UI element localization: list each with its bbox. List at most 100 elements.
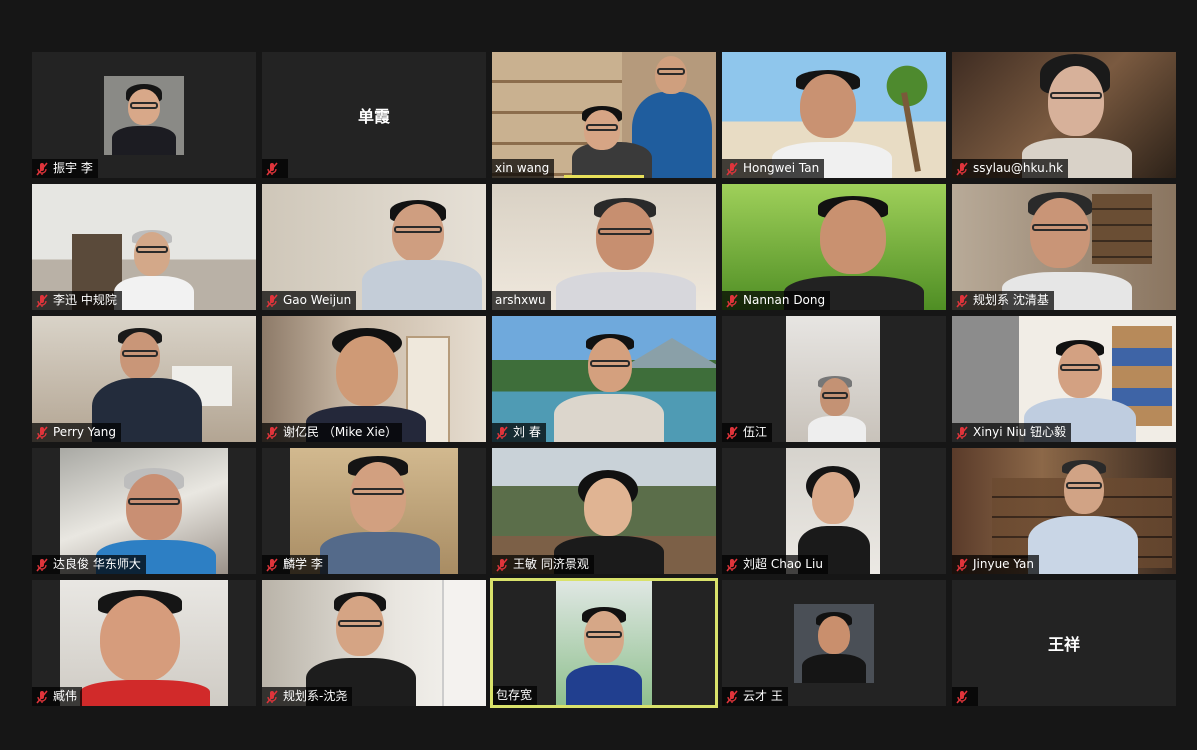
muted-mic-icon — [955, 557, 969, 572]
participant-name-label: 谢亿民 （Mike Xie） — [262, 423, 403, 442]
gallery-grid: 振宇 李 单霞 xin wang Hongwei Tan ssylau@hku.… — [0, 0, 1197, 750]
participant-tile[interactable]: 谢亿民 （Mike Xie） — [262, 316, 486, 442]
participant-tile[interactable]: 振宇 李 — [32, 52, 256, 178]
participant-tile[interactable]: 云才 王 — [722, 580, 946, 706]
muted-mic-icon — [955, 161, 969, 176]
participant-name: 达良俊 华东师大 — [53, 557, 141, 571]
participant-name-label: 云才 王 — [722, 687, 788, 706]
participant-tile[interactable]: 麟学 李 — [262, 448, 486, 574]
muted-mic-icon — [265, 161, 279, 176]
participant-name-label: 李迅 中规院 — [32, 291, 122, 310]
participant-name: 伍江 — [743, 425, 768, 439]
participant-tile[interactable]: Gao Weijun — [262, 184, 486, 310]
participant-video — [794, 604, 874, 683]
muted-mic-icon — [265, 689, 279, 704]
muted-mic-icon — [35, 557, 49, 572]
participant-name: 云才 王 — [743, 689, 783, 703]
participant-tile[interactable]: 李迅 中规院 — [32, 184, 256, 310]
participant-name: Xinyi Niu 钮心毅 — [973, 425, 1067, 439]
participant-name-label: Perry Yang — [32, 423, 122, 442]
muted-mic-icon — [725, 293, 739, 308]
participant-name-label: xin wang — [492, 159, 555, 178]
participant-tile[interactable]: Jinyue Yan — [952, 448, 1176, 574]
participant-name-label: Hongwei Tan — [722, 159, 825, 178]
participant-tile[interactable]: 王敏 同济景观 — [492, 448, 716, 574]
participant-name: ssylau@hku.hk — [973, 161, 1064, 175]
participant-name-label: 达良俊 华东师大 — [32, 555, 146, 574]
participant-video — [60, 580, 228, 706]
participant-tile[interactable]: Nannan Dong — [722, 184, 946, 310]
muted-mic-icon — [495, 557, 509, 572]
participant-tile[interactable]: 达良俊 华东师大 — [32, 448, 256, 574]
participant-tile[interactable]: 王祥 — [952, 580, 1176, 706]
participant-name-label: 麟学 李 — [262, 555, 328, 574]
participant-name: 规划系-沈尧 — [283, 689, 348, 703]
participant-name: 李迅 中规院 — [53, 293, 117, 307]
participant-video — [556, 581, 652, 705]
muted-mic-icon — [725, 557, 739, 572]
participant-tile[interactable]: 刘 春 — [492, 316, 716, 442]
participant-tile[interactable]: 臧伟 — [32, 580, 256, 706]
participant-name: 刘 春 — [513, 425, 541, 439]
participant-tile[interactable]: 规划系 沈清基 — [952, 184, 1176, 310]
participant-tile[interactable]: ssylau@hku.hk — [952, 52, 1176, 178]
participant-name-label: Nannan Dong — [722, 291, 831, 310]
participant-name: xin wang — [495, 161, 550, 175]
participant-name: 臧伟 — [53, 689, 78, 703]
participant-name-label: 包存宽 — [493, 686, 538, 705]
muted-mic-icon — [955, 293, 969, 308]
participant-name: Jinyue Yan — [973, 557, 1035, 571]
muted-mic-icon — [35, 161, 49, 176]
participant-tile[interactable]: xin wang — [492, 52, 716, 178]
muted-mic-icon — [265, 557, 279, 572]
participant-name: Hongwei Tan — [743, 161, 820, 175]
participant-name-label: Xinyi Niu 钮心毅 — [952, 423, 1072, 442]
participant-tile[interactable]: Perry Yang — [32, 316, 256, 442]
muted-mic-icon — [495, 425, 509, 440]
muted-mic-icon — [265, 425, 279, 440]
muted-mic-icon — [725, 689, 739, 704]
participant-name-center: 王祥 — [1047, 635, 1080, 654]
participant-name-label: 臧伟 — [32, 687, 83, 706]
participant-name: Nannan Dong — [743, 293, 826, 307]
participant-name-label: 刘 春 — [492, 423, 546, 442]
participant-name: 包存宽 — [496, 688, 533, 702]
participant-tile[interactable]: 规划系-沈尧 — [262, 580, 486, 706]
participant-name-label: arshxwu — [492, 291, 551, 310]
participant-name-label — [952, 687, 978, 706]
participant-name-center: 单霞 — [357, 107, 390, 126]
participant-name: 麟学 李 — [283, 557, 323, 571]
participant-tile[interactable]: 刘超 Chao Liu — [722, 448, 946, 574]
participant-name-label: 规划系 沈清基 — [952, 291, 1054, 310]
participant-name: 规划系 沈清基 — [973, 293, 1049, 307]
participant-name: 王敏 同济景观 — [513, 557, 589, 571]
muted-mic-icon — [725, 161, 739, 176]
participant-tile[interactable]: Xinyi Niu 钮心毅 — [952, 316, 1176, 442]
participant-name-label: 刘超 Chao Liu — [722, 555, 828, 574]
muted-mic-icon — [35, 689, 49, 704]
participant-tile-active-speaker[interactable]: 包存宽 — [490, 578, 718, 708]
participant-name: 刘超 Chao Liu — [743, 557, 823, 571]
participant-name: 谢亿民 （Mike Xie） — [283, 425, 398, 439]
muted-mic-icon — [955, 425, 969, 440]
participant-name-label: Gao Weijun — [262, 291, 357, 310]
participant-name: Perry Yang — [53, 425, 117, 439]
participant-video — [786, 316, 880, 442]
participant-name: 振宇 李 — [53, 161, 93, 175]
participant-name-label: 振宇 李 — [32, 159, 98, 178]
participant-name: arshxwu — [495, 293, 546, 307]
muted-mic-icon — [955, 689, 969, 704]
participant-tile[interactable]: Hongwei Tan — [722, 52, 946, 178]
participant-name-label: 规划系-沈尧 — [262, 687, 353, 706]
participant-video — [104, 76, 184, 155]
participant-tile[interactable]: 伍江 — [722, 316, 946, 442]
muted-mic-icon — [35, 425, 49, 440]
muted-mic-icon — [265, 293, 279, 308]
participant-name-label — [262, 159, 288, 178]
participant-name-label: 王敏 同济景观 — [492, 555, 594, 574]
participant-name: Gao Weijun — [283, 293, 352, 307]
muted-mic-icon — [725, 425, 739, 440]
participant-tile[interactable]: 单霞 — [262, 52, 486, 178]
participant-name-label: 伍江 — [722, 423, 773, 442]
participant-tile[interactable]: arshxwu — [492, 184, 716, 310]
